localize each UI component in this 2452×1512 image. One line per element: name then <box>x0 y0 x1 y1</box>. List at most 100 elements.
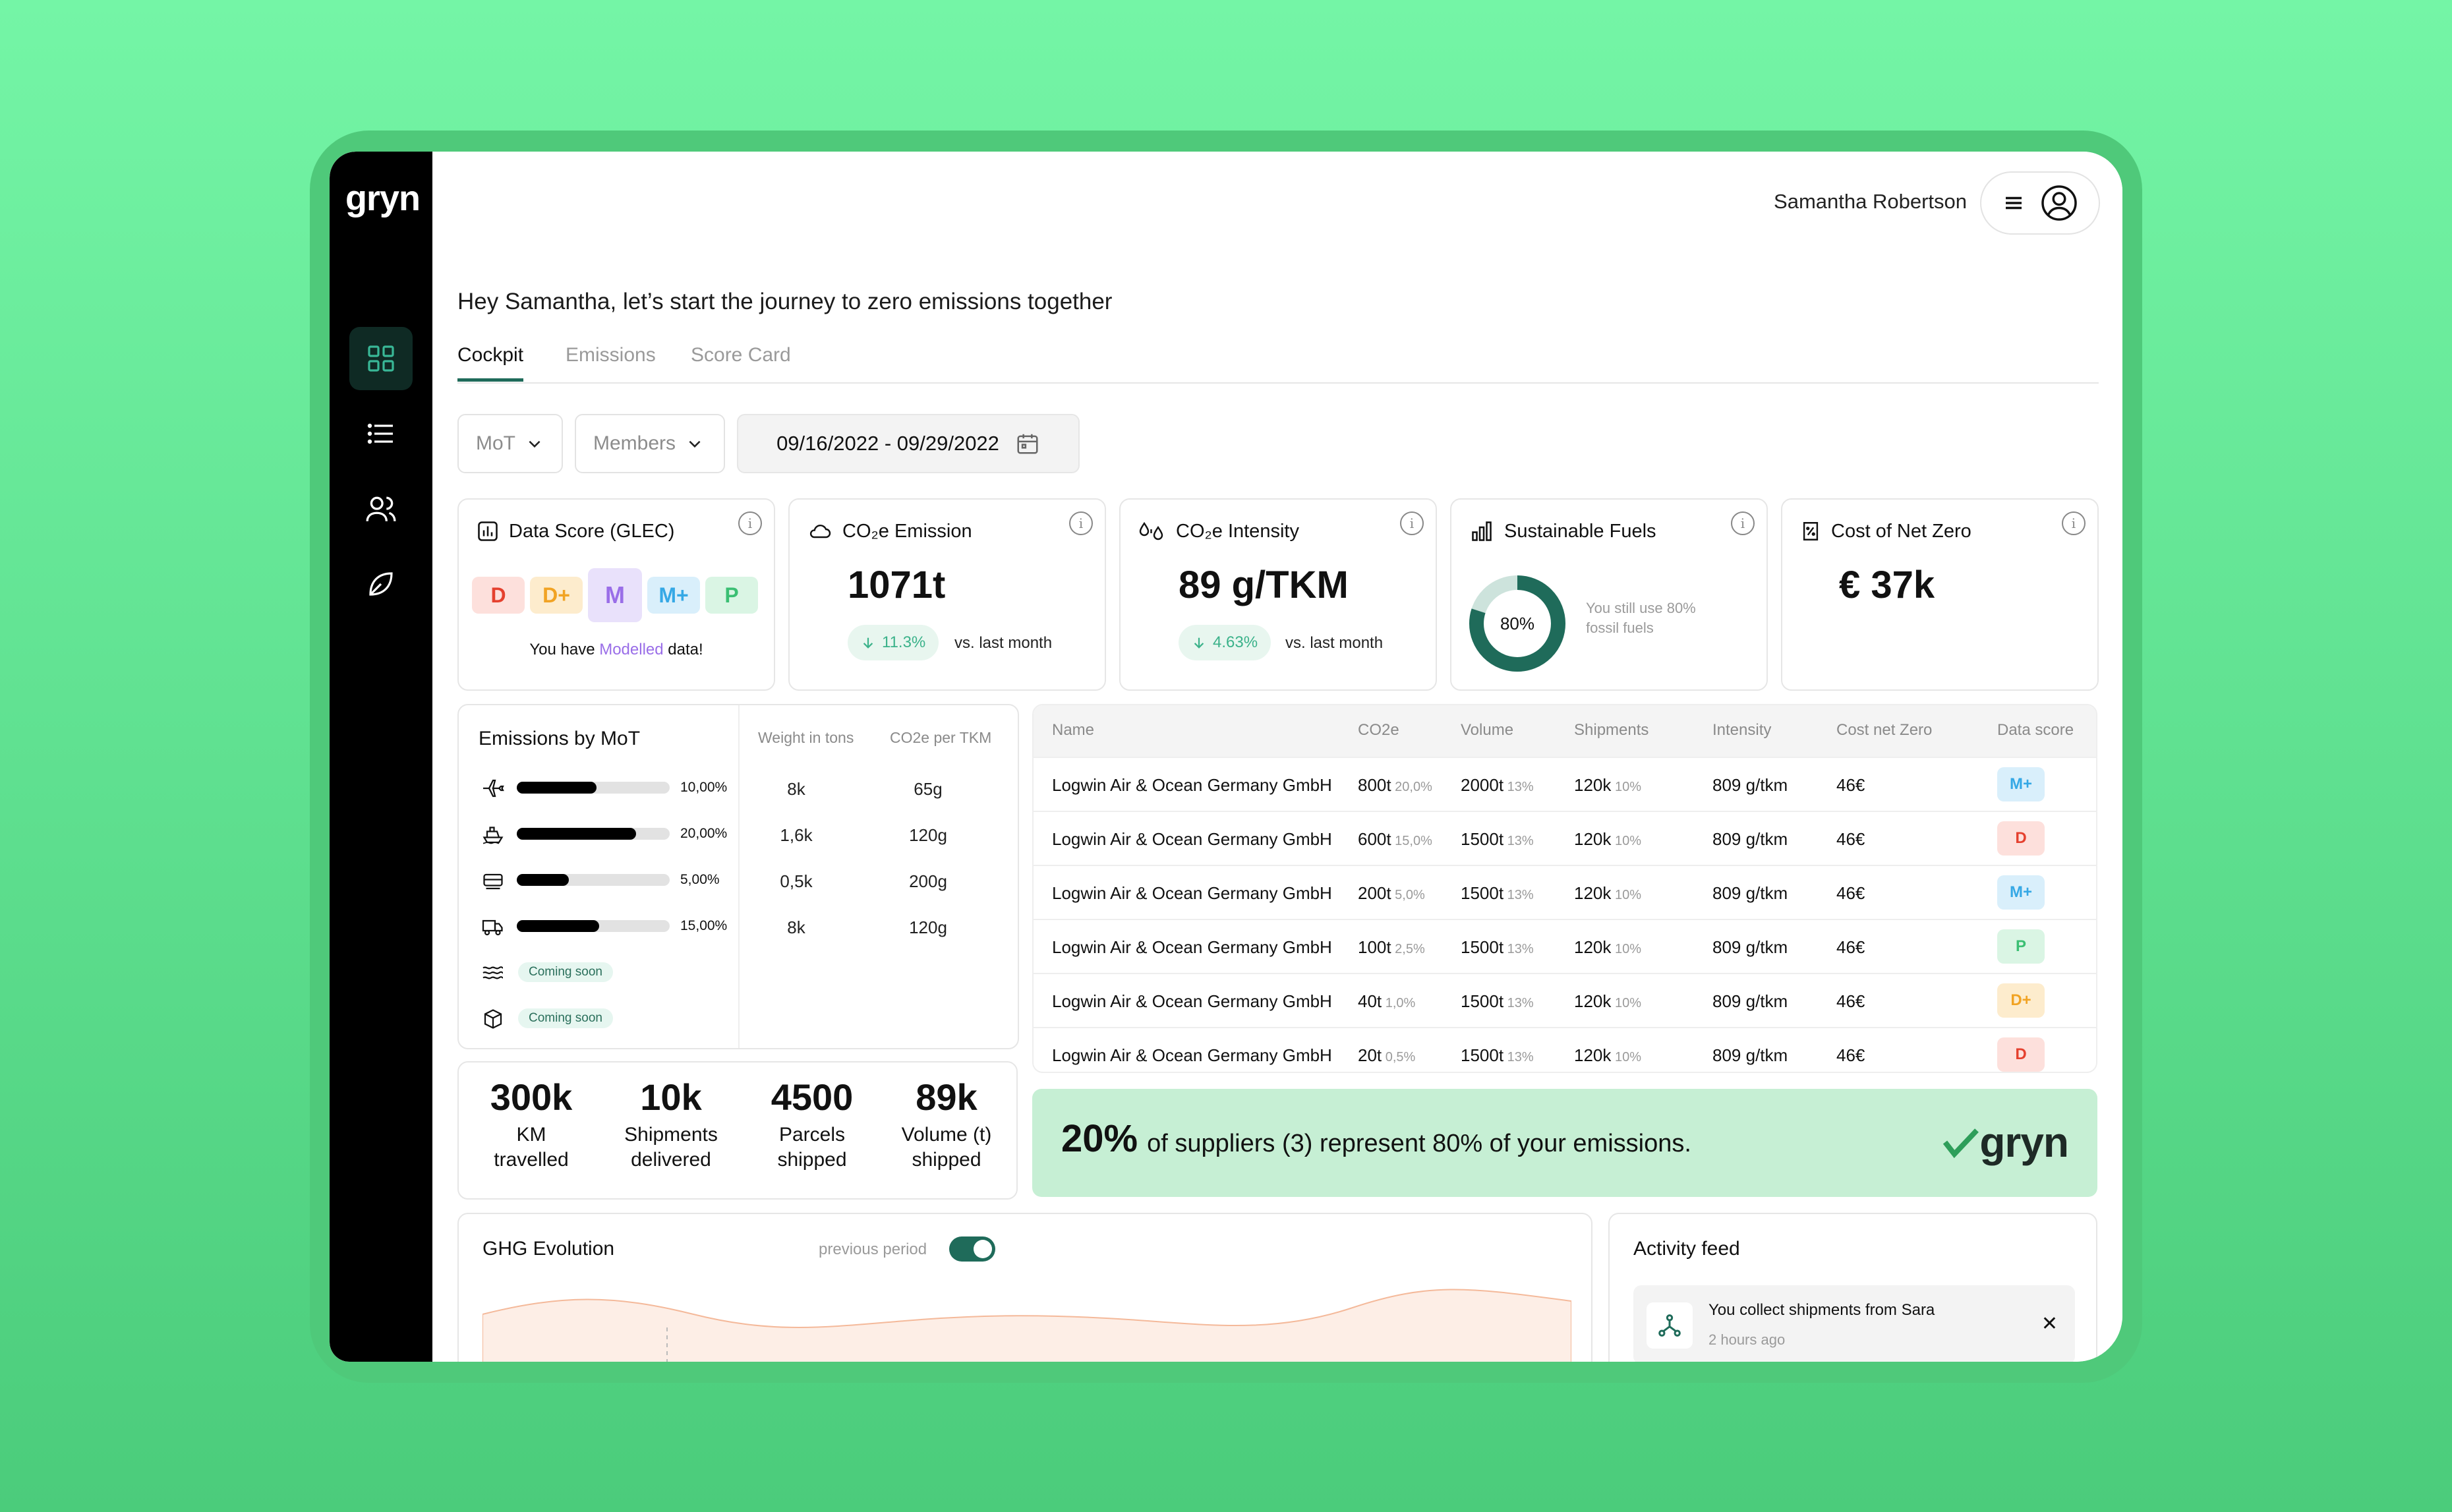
intensity-cell: 809 g/tkm <box>1712 829 1788 849</box>
delta-value: 11.3% <box>882 633 926 651</box>
stat-label: Parcels shipped <box>746 1122 878 1173</box>
share-bar <box>517 920 670 932</box>
sidebar-item-list[interactable] <box>349 402 413 465</box>
ghg-evolution-card: GHG Evolution previous period <box>457 1213 1592 1362</box>
bar-graph-icon <box>1472 521 1492 541</box>
shipments-cell-share: 10% <box>1611 888 1641 902</box>
stats-card: 300k KM travelled 10k Shipments delivered … <box>457 1061 1018 1200</box>
table-row[interactable]: Logwin Air & Ocean Germany GmbH 40t 1,0% 1… <box>1034 973 2096 1027</box>
column-header[interactable]: Cost net Zero <box>1836 721 1932 740</box>
sidebar-item-members[interactable] <box>349 477 413 540</box>
date-range-picker[interactable]: 09/16/2022 - 09/29/2022 <box>737 414 1080 473</box>
column-header[interactable]: Data score <box>1997 721 2074 740</box>
stat-label-line: travelled <box>494 1149 569 1171</box>
main-content: Samantha Robertson Hey Samantha, let’s s… <box>432 152 2122 1362</box>
box-icon <box>484 1009 502 1029</box>
delta-badge: 11.3% <box>848 625 939 660</box>
tab-score-card[interactable]: Score Card <box>691 344 791 378</box>
column-header[interactable]: Intensity <box>1712 721 1771 740</box>
activity-text: You collect shipments from Sara <box>1708 1301 1935 1319</box>
donut-label: 80% <box>1500 614 1534 633</box>
volume-cell: 1500t 13% <box>1461 883 1534 903</box>
info-icon[interactable]: i <box>2062 511 2086 535</box>
co2-cell-share: 5,0% <box>1391 888 1425 902</box>
comparison-label: vs. last month <box>954 634 1053 652</box>
share-percent: 20,00% <box>680 826 728 841</box>
table-row[interactable]: Logwin Air & Ocean Germany GmbH 800t 20,0… <box>1034 757 2096 811</box>
banner-highlight: 20% <box>1061 1117 1138 1160</box>
members-filter[interactable]: Members <box>575 414 725 473</box>
score-badge: P <box>705 577 758 614</box>
volume-cell-share: 13% <box>1503 888 1534 902</box>
column-header[interactable]: Volume <box>1461 721 1513 740</box>
tab-cockpit[interactable]: Cockpit <box>457 344 524 382</box>
chevron-down-icon <box>689 440 701 448</box>
co2-cell: 600t 15,0% <box>1358 829 1432 849</box>
stat-label-line: delivered <box>631 1149 711 1171</box>
user-avatar-icon <box>2041 185 2077 221</box>
ghg-area-chart <box>482 1289 1571 1362</box>
info-icon[interactable]: i <box>738 511 762 535</box>
date-range-value: 09/16/2022 - 09/29/2022 <box>776 432 999 455</box>
sidebar-item-dashboard[interactable] <box>349 327 413 390</box>
intensity-cell: 809 g/tkm <box>1712 883 1788 903</box>
mot-filter[interactable]: MoT <box>457 414 563 473</box>
table-row[interactable]: Logwin Air & Ocean Germany GmbH 20t 0,5% 1… <box>1034 1027 2096 1072</box>
supplier-name: Logwin Air & Ocean Germany GmbH <box>1052 1045 1332 1065</box>
co2-cell-share: 2,5% <box>1391 942 1425 956</box>
table-row[interactable]: Logwin Air & Ocean Germany GmbH 200t 5,0%… <box>1034 865 2096 919</box>
close-icon[interactable]: ✕ <box>2041 1314 2058 1334</box>
stat-value: 10k <box>640 1076 702 1118</box>
co2-per-tkm-value: 120g <box>909 825 947 845</box>
info-icon[interactable]: i <box>1400 511 1424 535</box>
data-score-badge: P <box>1997 929 2045 964</box>
weight-value: 8k <box>787 917 805 937</box>
comparison-label: vs. last month <box>1285 634 1384 652</box>
table-row[interactable]: Logwin Air & Ocean Germany GmbH 100t 2,5%… <box>1034 919 2096 973</box>
card-title: Emissions by MoT <box>479 728 641 749</box>
volume-cell: 1500t 13% <box>1461 991 1534 1011</box>
tab-emissions[interactable]: Emissions <box>566 344 656 378</box>
leaf-icon <box>369 572 393 596</box>
kpi-value: € 37k <box>1839 564 1935 606</box>
cloud-icon <box>809 525 831 538</box>
kpi-value: 1071t <box>848 564 946 606</box>
card-title: CO₂e Intensity <box>1176 520 1299 542</box>
card-title: Sustainable Fuels <box>1504 520 1656 542</box>
info-icon[interactable]: i <box>1731 511 1755 535</box>
table-row[interactable]: Logwin Air & Ocean Germany GmbH 600t 15,0… <box>1034 811 2096 865</box>
chevron-down-icon <box>529 440 540 448</box>
shipments-cell: 120k 10% <box>1574 1045 1641 1065</box>
mot-filter-label: MoT <box>476 432 515 454</box>
co2-emission-card: CO₂e Emission i 1071t 11.3% vs. last mon… <box>788 498 1106 691</box>
previous-period-toggle[interactable] <box>949 1236 995 1262</box>
mot-row: 5,00% 0,5k 200g <box>459 863 947 896</box>
stat-label: Shipments delivered <box>605 1122 737 1173</box>
activity-icon-box <box>1647 1302 1693 1349</box>
fuels-note: You still use 80% fossil fuels <box>1586 600 1696 636</box>
toggle-label: previous period <box>819 1240 927 1258</box>
column-header[interactable]: Shipments <box>1574 721 1649 740</box>
app-logo: gryn <box>345 179 421 218</box>
cost-cell: 46€ <box>1836 991 1865 1011</box>
shipments-cell-share: 10% <box>1611 942 1641 956</box>
supplier-name: Logwin Air & Ocean Germany GmbH <box>1052 775 1332 795</box>
users-icon <box>366 496 396 521</box>
user-menu-button[interactable] <box>1980 171 2100 235</box>
weight-value: 0,5k <box>780 871 813 891</box>
stat-label-line: KM <box>516 1124 546 1146</box>
score-badge: D <box>472 577 525 614</box>
mot-row: 20,00% 1,6k 120g <box>459 817 947 850</box>
share-bar-fill <box>517 920 600 932</box>
column-header[interactable]: CO2e <box>1358 721 1399 740</box>
info-icon[interactable]: i <box>1069 511 1093 535</box>
volume-cell: 2000t 13% <box>1461 775 1534 795</box>
volume-cell-share: 13% <box>1503 942 1534 956</box>
column-header[interactable]: Name <box>1052 721 1094 740</box>
intensity-cell: 809 g/tkm <box>1712 1045 1788 1065</box>
arrow-down-icon <box>1194 637 1204 649</box>
activity-item[interactable]: You collect shipments from Sara 2 hours … <box>1633 1285 2075 1362</box>
sidebar-item-sustainability[interactable] <box>349 552 413 616</box>
message-text: You have <box>529 641 600 658</box>
co2-intensity-card: CO₂e Intensity i 89 g/TKM 4.63% vs. last… <box>1119 498 1437 691</box>
